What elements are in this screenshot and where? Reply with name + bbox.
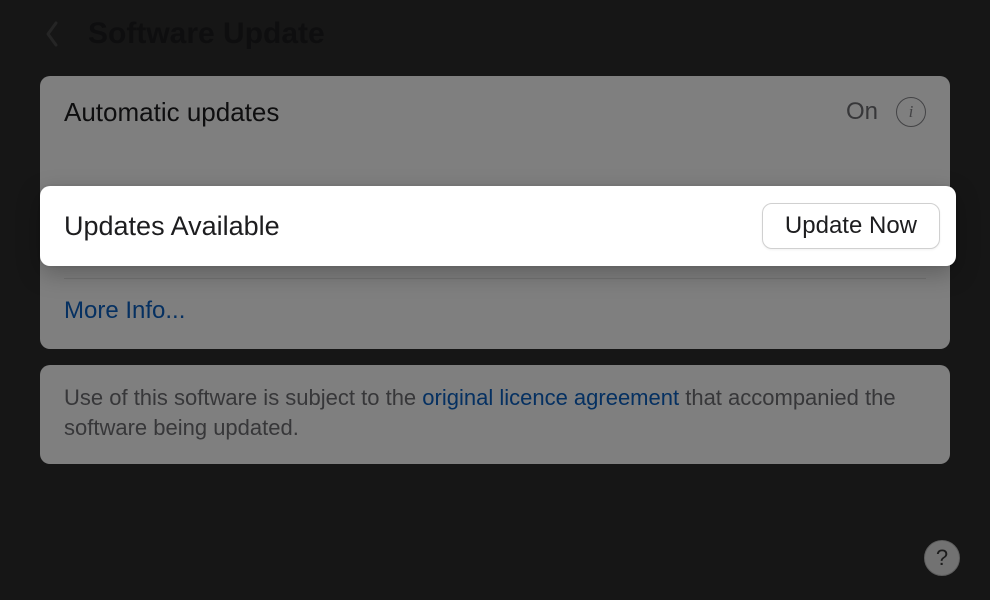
legal-text: Use of this software is subject to the o…	[64, 383, 926, 442]
more-info-link[interactable]: More Info...	[64, 279, 926, 349]
help-button[interactable]: ?	[924, 540, 960, 576]
updates-available-title: Updates Available	[64, 211, 280, 242]
back-button[interactable]	[40, 16, 64, 52]
automatic-updates-right: On i	[846, 97, 926, 127]
automatic-updates-label: Automatic updates	[64, 97, 279, 128]
automatic-updates-row: Automatic updates On i	[64, 76, 926, 148]
updates-available-row: Updates Available Update Now	[40, 186, 956, 266]
info-icon[interactable]: i	[896, 97, 926, 127]
legal-card: Use of this software is subject to the o…	[40, 365, 950, 464]
licence-agreement-link[interactable]: original licence agreement	[422, 385, 679, 410]
legal-prefix: Use of this software is subject to the	[64, 385, 422, 410]
chevron-left-icon	[44, 20, 60, 48]
update-now-button[interactable]: Update Now	[762, 203, 940, 249]
page-title: Software Update	[88, 17, 325, 51]
page-header: Software Update	[0, 0, 990, 76]
automatic-updates-status: On	[846, 98, 878, 126]
